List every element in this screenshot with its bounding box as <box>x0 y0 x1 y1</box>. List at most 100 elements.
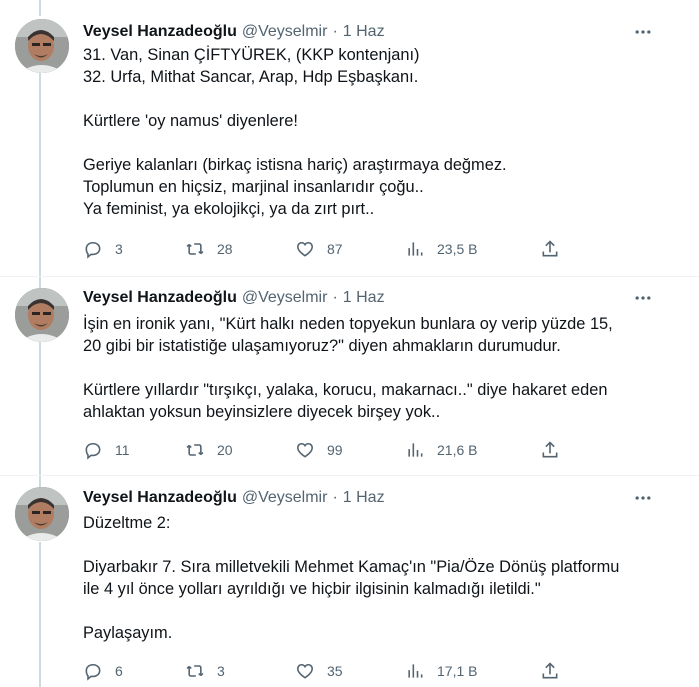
separator-dot: · <box>332 489 338 506</box>
share-icon <box>542 662 558 679</box>
avatar-photo <box>15 487 69 541</box>
retweet-count: 28 <box>217 241 233 257</box>
avatar[interactable] <box>15 19 69 73</box>
views-icon <box>408 443 423 457</box>
retweet-icon <box>186 243 204 255</box>
views-count: 17,1 B <box>437 663 478 679</box>
more-icon <box>635 496 651 500</box>
tweet-thread: Veysel Hanzadeoğlu @Veyselmir · 1 Haz 31… <box>0 0 699 687</box>
tweet-line: 31. Van, Sinan ÇİFTYÜREK, (KKP kontenjan… <box>83 46 420 64</box>
views-count: 23,5 B <box>437 241 478 257</box>
avatar-photo <box>15 288 69 342</box>
views-icon <box>408 664 423 678</box>
like-count: 87 <box>327 241 343 257</box>
views-button[interactable]: 23,5 B <box>405 232 477 266</box>
share-icon <box>542 240 558 257</box>
share-button[interactable] <box>540 232 560 266</box>
separator-dot: · <box>332 23 338 40</box>
tweet-time[interactable]: 1 Haz <box>343 489 385 507</box>
retweet-count: 20 <box>217 442 233 458</box>
reply-count: 3 <box>115 241 123 257</box>
heart-icon <box>297 241 313 257</box>
share-button[interactable] <box>540 433 560 467</box>
retweet-button[interactable]: 28 <box>185 232 233 266</box>
like-button[interactable]: 99 <box>295 433 343 467</box>
more-button[interactable] <box>631 487 655 509</box>
avatar[interactable] <box>15 288 69 342</box>
thread-line <box>39 72 41 292</box>
tweet-time[interactable]: 1 Haz <box>343 289 385 307</box>
more-icon <box>635 296 651 300</box>
tweet-actions: 6 3 35 17,1 B <box>73 654 593 687</box>
avatar[interactable] <box>15 487 69 541</box>
tweet-line: Toplumun en hiçsiz, marjinal insanlarıdı… <box>83 178 424 196</box>
retweet-icon <box>186 444 204 456</box>
author-handle[interactable]: @Veyselmir <box>242 23 328 41</box>
tweet-line: İşin en ironik yanı, "Kürt halkı neden t… <box>83 315 613 333</box>
tweet-line: Düzeltme 2: <box>83 514 171 532</box>
tweet-line: Ya feminist, ya ekolojikçi, ya da zırt p… <box>83 200 375 218</box>
reply-icon <box>85 241 101 259</box>
tweet-actions: 11 20 99 21,6 B <box>73 433 593 467</box>
more-icon <box>635 30 651 34</box>
tweet-time[interactable]: 1 Haz <box>343 23 385 41</box>
tweet-header: Veysel Hanzadeoğlu @Veyselmir · 1 Haz <box>83 21 385 43</box>
tweet-actions: 3 28 87 23,5 B <box>73 232 593 266</box>
tweet-line: Geriye kalanları (birkaç istisna hariç) … <box>83 156 507 174</box>
author-name[interactable]: Veysel Hanzadeoğlu <box>83 489 237 507</box>
reply-icon <box>85 663 101 681</box>
like-count: 99 <box>327 442 343 458</box>
tweet-divider <box>0 475 699 476</box>
author-handle[interactable]: @Veyselmir <box>242 489 328 507</box>
separator-dot: · <box>332 289 338 306</box>
tweet-line: Diyarbakır 7. Sıra milletvekili Mehmet K… <box>83 558 620 576</box>
heart-icon <box>297 442 313 458</box>
reply-count: 11 <box>115 442 130 458</box>
like-button[interactable]: 87 <box>295 232 343 266</box>
share-button[interactable] <box>540 654 560 687</box>
tweet-line: Kürtlere 'oy namus' diyenlere! <box>83 112 298 130</box>
tweet-line: Kürtlere yıllardır "tırşıkçı, yalaka, ko… <box>83 381 608 399</box>
share-icon <box>542 441 558 458</box>
tweet-line: ahlaktan yoksun beyinsizlere diyecek bir… <box>83 403 441 421</box>
tweet-header: Veysel Hanzadeoğlu @Veyselmir · 1 Haz <box>83 287 385 309</box>
reply-button[interactable]: 6 <box>83 654 123 687</box>
tweet-line: ile 4 yıl önce yolları ayrıldığı ve hiçb… <box>83 580 541 598</box>
more-button[interactable] <box>631 21 655 43</box>
reply-count: 6 <box>115 663 123 679</box>
tweet-divider <box>0 276 699 277</box>
retweet-icon <box>186 665 204 677</box>
tweet-line: Paylaşayım. <box>83 624 173 642</box>
tweet-header: Veysel Hanzadeoğlu @Veyselmir · 1 Haz <box>83 487 385 509</box>
views-button[interactable]: 21,6 B <box>405 433 477 467</box>
thread-line <box>39 342 41 487</box>
author-name[interactable]: Veysel Hanzadeoğlu <box>83 23 237 41</box>
reply-icon <box>85 442 101 460</box>
thread-line <box>39 542 41 687</box>
like-count: 35 <box>327 663 343 679</box>
reply-button[interactable]: 11 <box>83 433 130 467</box>
more-button[interactable] <box>631 287 655 309</box>
author-name[interactable]: Veysel Hanzadeoğlu <box>83 289 237 307</box>
views-icon <box>408 242 423 256</box>
tweet-text: 31. Van, Sinan ÇİFTYÜREK, (KKP kontenjan… <box>83 44 683 220</box>
retweet-count: 3 <box>217 663 225 679</box>
retweet-button[interactable]: 20 <box>185 433 233 467</box>
like-button[interactable]: 35 <box>295 654 343 687</box>
views-count: 21,6 B <box>437 442 478 458</box>
avatar-photo <box>15 19 69 73</box>
tweet-text: Düzeltme 2: Diyarbakır 7. Sıra milletvek… <box>83 512 683 644</box>
views-button[interactable]: 17,1 B <box>405 654 477 687</box>
thread-line <box>39 0 41 16</box>
author-handle[interactable]: @Veyselmir <box>242 289 328 307</box>
heart-icon <box>297 663 313 679</box>
tweet-line: 20 gibi bir istatistiğe ulaşamıyoruz?" d… <box>83 337 561 355</box>
retweet-button[interactable]: 3 <box>185 654 225 687</box>
tweet-line: 32. Urfa, Mithat Sancar, Arap, Hdp Eşbaş… <box>83 68 419 86</box>
reply-button[interactable]: 3 <box>83 232 123 266</box>
